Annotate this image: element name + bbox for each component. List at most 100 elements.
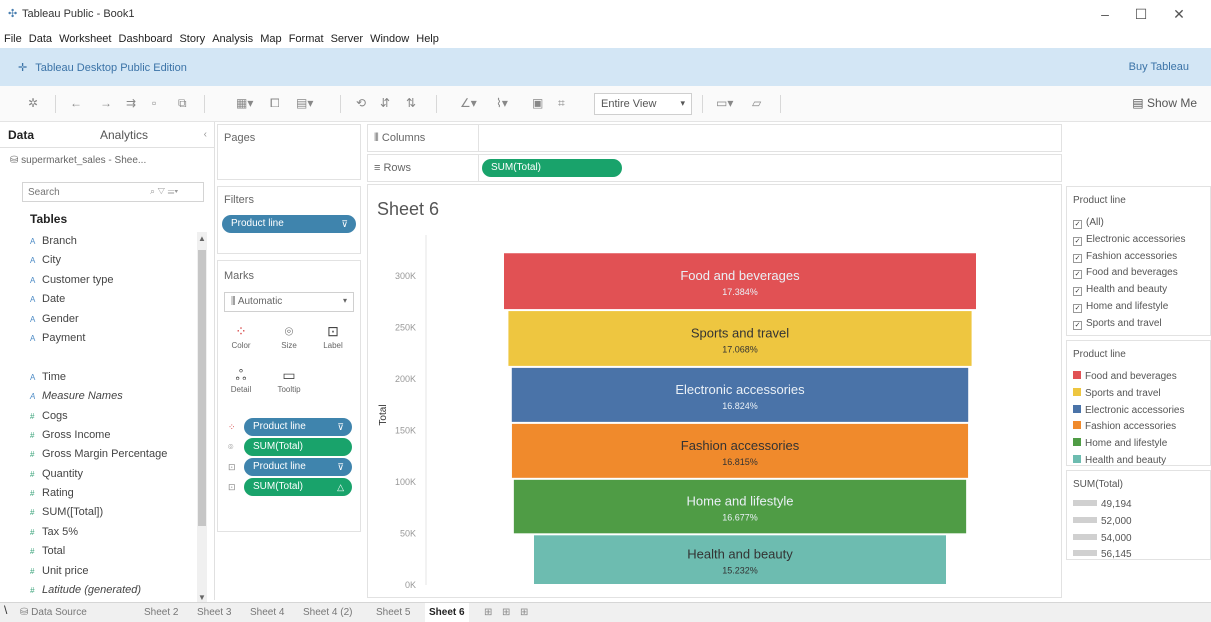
collapse-pane-icon[interactable]: ‹	[204, 129, 207, 140]
datasource-item[interactable]: ⛁ supermarket_sales - Shee...	[10, 155, 146, 166]
rows-pill-sum-total[interactable]: SUM(Total)	[482, 159, 622, 177]
field-item[interactable]: # Latitude (generated)	[30, 581, 195, 600]
field-item[interactable]: A Measure Names	[30, 387, 195, 406]
checkbox-checked-icon[interactable]: ✓	[1073, 220, 1082, 229]
menu-data[interactable]: Data	[29, 30, 52, 48]
minimize-button[interactable]: –	[1090, 4, 1120, 24]
checkbox-checked-icon[interactable]: ✓	[1073, 253, 1082, 263]
filter-option[interactable]: ✓ (All)	[1073, 215, 1185, 232]
tooltip-icon[interactable]: ▱	[752, 96, 761, 110]
checkbox-checked-icon[interactable]: ✓	[1073, 236, 1082, 246]
group-icon[interactable]: ⌇▾	[496, 96, 508, 110]
marks-pill-sum-total-size[interactable]: SUM(Total)	[244, 438, 352, 456]
menu-worksheet[interactable]: Worksheet	[59, 30, 111, 48]
scroll-up-icon[interactable]: ▲	[197, 234, 207, 243]
tab-analytics[interactable]: Analytics	[100, 128, 148, 142]
menu-analysis[interactable]: Analysis	[212, 30, 253, 48]
filter-option[interactable]: ✓ Home and lifestyle	[1073, 299, 1185, 316]
tab-sheet-4-copy[interactable]: Sheet 4 (2)	[299, 603, 356, 622]
legend-item[interactable]: Electronic accessories	[1073, 403, 1184, 420]
field-item[interactable]: # Tax 5%	[30, 523, 195, 542]
fit-dropdown[interactable]: Entire View ▾	[594, 93, 692, 115]
marks-pill-product-line-color[interactable]: Product line ⊽	[244, 418, 352, 436]
menu-server[interactable]: Server	[331, 30, 363, 48]
marks-pill-product-line-label[interactable]: Product line ⊽	[244, 458, 352, 476]
field-item[interactable]: # Gross Margin Percentage	[30, 445, 195, 464]
filters-card[interactable]: Filters Product line ⊽	[217, 186, 361, 254]
menu-dashboard[interactable]: Dashboard	[119, 30, 173, 48]
field-item[interactable]: A Customer type	[30, 271, 195, 290]
presentation-icon[interactable]: ▭▾	[716, 96, 733, 110]
detail-button[interactable]: ஃ Detail	[224, 365, 258, 399]
menu-story[interactable]: Story	[179, 30, 205, 48]
legend-item[interactable]: Home and lifestyle	[1073, 436, 1184, 453]
clear-sheet-icon[interactable]: ▤▾	[296, 96, 313, 110]
field-item[interactable]: # Cogs	[30, 407, 195, 426]
new-worksheet-icon[interactable]: ▦▾	[236, 96, 253, 110]
redo-icon[interactable]: →	[100, 96, 112, 110]
checkbox-checked-icon[interactable]: ✓	[1073, 287, 1082, 297]
filter-option[interactable]: ✓ Fashion accessories	[1073, 249, 1185, 266]
tooltip-button[interactable]: ▭ Tooltip	[272, 365, 306, 399]
tab-sheet-5[interactable]: Sheet 5	[372, 603, 414, 622]
menu-help[interactable]: Help	[416, 30, 439, 48]
buy-tableau-link[interactable]: Buy Tableau	[1129, 61, 1189, 73]
field-item[interactable]: # Gross Income	[30, 426, 195, 445]
close-button[interactable]: ✕	[1164, 4, 1194, 24]
size-button[interactable]: ⌾ Size	[272, 321, 306, 355]
filter-pill-product-line[interactable]: Product line ⊽	[222, 215, 356, 233]
field-item[interactable]: A Time	[30, 368, 195, 387]
field-item[interactable]: # SUM([Total])	[30, 503, 195, 522]
field-item[interactable]: # Unit price	[30, 562, 195, 581]
legend-item[interactable]: Sports and travel	[1073, 386, 1184, 403]
field-item[interactable]: A Branch	[30, 232, 195, 251]
field-item[interactable]: # Total	[30, 542, 195, 561]
checkbox-checked-icon[interactable]: ✓	[1073, 303, 1082, 313]
undo-icon[interactable]: ←	[70, 96, 82, 110]
tab-sheet-2[interactable]: Sheet 2	[140, 603, 182, 622]
tab-sheet-6[interactable]: Sheet 6	[425, 603, 469, 622]
field-item[interactable]: A Payment	[30, 329, 195, 348]
maximize-button[interactable]: ☐	[1126, 4, 1156, 24]
mark-type-dropdown[interactable]: ⫼ Automatic ▾	[224, 292, 354, 312]
tab-data[interactable]: Data	[8, 128, 34, 142]
legend-item[interactable]: Food and beverages	[1073, 369, 1184, 386]
marks-pill-sum-total-label[interactable]: SUM(Total) △	[244, 478, 352, 496]
fix-axes-icon[interactable]: ⌗	[558, 96, 565, 111]
sort-descending-icon[interactable]: ⇅	[406, 96, 416, 110]
checkbox-checked-icon[interactable]: ✓	[1073, 270, 1082, 280]
labels-icon[interactable]: ▣	[532, 96, 543, 110]
filter-option[interactable]: ✓ Sports and travel	[1073, 316, 1185, 333]
swap-icon[interactable]: ⟲	[356, 96, 366, 110]
sort-ascending-icon[interactable]: ⇵	[380, 96, 390, 110]
checkbox-checked-icon[interactable]: ✓	[1073, 320, 1082, 330]
tab-sheet-3[interactable]: Sheet 3	[193, 603, 235, 622]
scroll-down-icon[interactable]: ▼	[197, 593, 207, 602]
new-datasource-icon[interactable]: ⧉	[178, 96, 187, 111]
new-worksheet-tab-icon[interactable]: ⊞	[484, 603, 492, 622]
filter-sort-icons[interactable]: ⌕ ▽ ☰▾	[150, 186, 178, 197]
tableau-logo-icon[interactable]: ✲	[28, 96, 38, 110]
field-item[interactable]: A Gender	[30, 310, 195, 329]
menu-window[interactable]: Window	[370, 30, 409, 48]
field-item[interactable]: # Rating	[30, 484, 195, 503]
filter-option[interactable]: ✓ Electronic accessories	[1073, 232, 1185, 249]
menu-format[interactable]: Format	[289, 30, 324, 48]
field-list-scrollbar[interactable]: ▲ ▼	[197, 232, 207, 602]
field-item[interactable]: A Date	[30, 290, 195, 309]
new-story-tab-icon[interactable]: ⊞	[520, 603, 528, 622]
pages-card[interactable]: Pages	[217, 124, 361, 180]
label-button[interactable]: ⊡ Label	[316, 321, 350, 355]
field-item[interactable]: A City	[30, 251, 195, 270]
menu-file[interactable]: File	[4, 30, 22, 48]
save-icon[interactable]: ▫	[152, 96, 156, 110]
filter-option[interactable]: ✓ Health and beauty	[1073, 282, 1185, 299]
data-source-tab[interactable]: ⛁ Data Source	[16, 603, 91, 622]
highlight-icon[interactable]: ∠▾	[460, 96, 477, 110]
rows-shelf[interactable]: ≡ Rows SUM(Total)	[367, 154, 1062, 182]
field-item[interactable]: # Quantity	[30, 465, 195, 484]
duplicate-icon[interactable]: ⧠	[270, 96, 280, 111]
legend-item[interactable]: Health and beauty	[1073, 453, 1184, 470]
show-me-button[interactable]: ▤ Show Me	[1132, 96, 1197, 110]
color-button[interactable]: ⁘ Color	[224, 321, 258, 355]
